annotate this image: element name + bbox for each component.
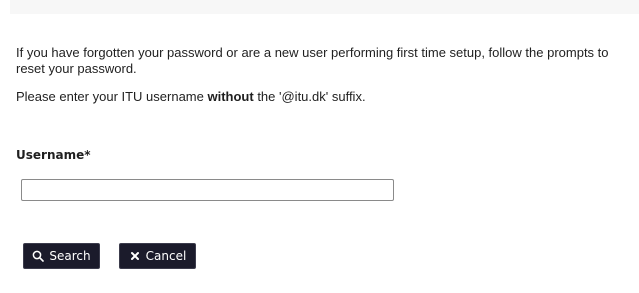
search-icon	[32, 250, 45, 262]
instruction-emphasis: without	[207, 89, 254, 104]
search-button-label: Search	[49, 249, 91, 263]
top-divider	[10, 0, 639, 14]
cancel-button-label: Cancel	[145, 249, 187, 263]
password-reset-page: If you have forgotten your password or a…	[0, 0, 639, 293]
intro-text: If you have forgotten your password or a…	[16, 45, 609, 76]
username-input[interactable]	[21, 179, 394, 201]
form-description: If you have forgotten your password or a…	[16, 45, 628, 105]
instruction-text: Please enter your ITU username without t…	[16, 89, 628, 105]
username-label: Username*	[16, 148, 91, 162]
instruction-suffix: the '@itu.dk' suffix.	[253, 89, 366, 104]
cancel-button[interactable]: Cancel	[119, 243, 196, 269]
search-button[interactable]: Search	[23, 243, 100, 269]
close-icon	[129, 250, 141, 262]
instruction-prefix: Please enter your ITU username	[16, 89, 208, 104]
